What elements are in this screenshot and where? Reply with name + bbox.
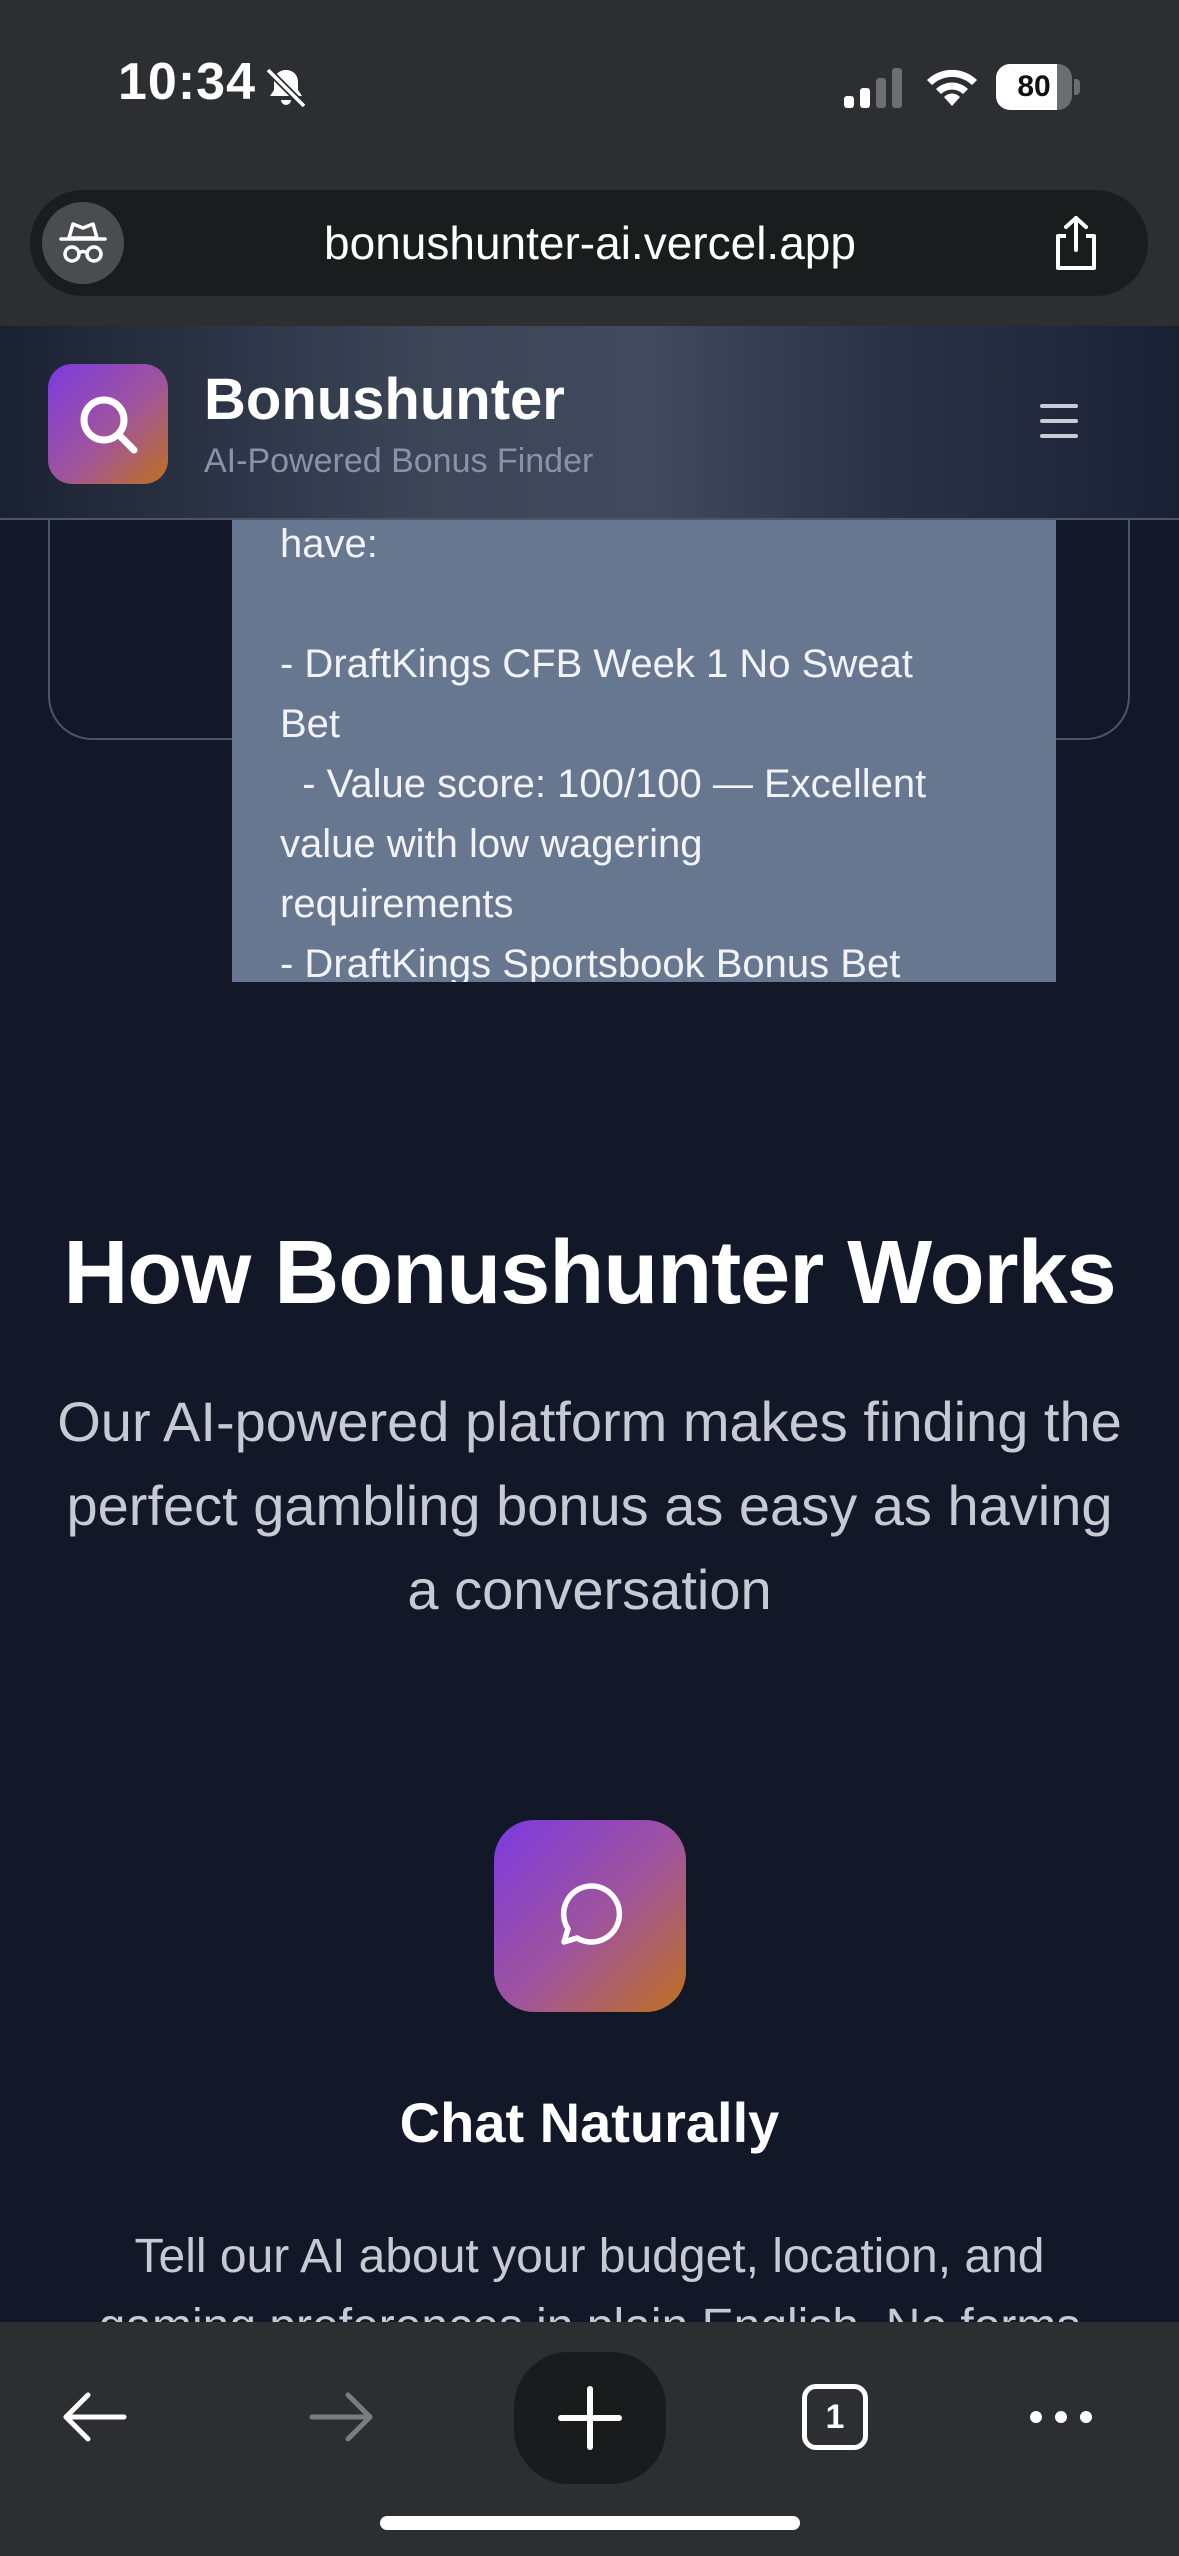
incognito-button[interactable] xyxy=(42,202,124,284)
back-arrow-icon xyxy=(63,2392,127,2442)
feature-title: Chat Naturally xyxy=(399,2091,780,2154)
home-indicator[interactable] xyxy=(380,2516,800,2530)
back-button[interactable] xyxy=(40,2362,150,2472)
chat-bubble-icon xyxy=(560,1883,623,1945)
browser-top-chrome: 10:34 80 bonushunter-ai.vercel.app xyxy=(0,0,1179,326)
site-header: Bonushunter AI-Powered Bonus Finder xyxy=(0,326,1179,520)
incognito-icon xyxy=(59,222,107,263)
feature-description: Tell our AI about your budget, location,… xyxy=(99,2230,1081,2322)
tabs-icon: 1 xyxy=(802,2384,868,2450)
battery-icon: 80 xyxy=(996,64,1080,110)
logo[interactable] xyxy=(48,364,168,484)
share-icon[interactable] xyxy=(1046,214,1106,274)
brand-name[interactable]: Bonushunter xyxy=(204,366,565,433)
battery-percent: 80 xyxy=(1017,70,1051,103)
section-subtitle: Our AI-powered platform makes finding th… xyxy=(57,1390,1122,1621)
url-text[interactable]: bonushunter-ai.vercel.app xyxy=(150,190,1090,296)
section-title: How Bonushunter Works xyxy=(63,1223,1116,1323)
brand-tagline: AI-Powered Bonus Finder xyxy=(204,442,594,480)
forward-button[interactable] xyxy=(286,2362,396,2472)
address-bar[interactable]: bonushunter-ai.vercel.app xyxy=(30,190,1148,296)
forward-arrow-icon xyxy=(309,2392,373,2442)
menu-icon[interactable] xyxy=(1040,404,1078,438)
new-tab-button[interactable] xyxy=(514,2352,666,2484)
plus-icon xyxy=(558,2386,622,2450)
chat-message-text: DraftKings Sportsbook offers we have: - … xyxy=(280,482,927,982)
tabs-button[interactable]: 1 xyxy=(780,2362,890,2472)
more-button[interactable] xyxy=(1006,2362,1116,2472)
more-icon xyxy=(1030,2411,1092,2423)
chat-message-bubble: DraftKings Sportsbook offers we have: - … xyxy=(232,482,1056,982)
bell-slash-icon xyxy=(265,67,307,109)
status-time: 10:34 xyxy=(118,53,256,111)
search-icon xyxy=(80,396,138,454)
cellular-signal-icon xyxy=(844,68,902,108)
feature-icon-badge xyxy=(494,1820,686,2012)
wifi-icon xyxy=(927,69,977,106)
